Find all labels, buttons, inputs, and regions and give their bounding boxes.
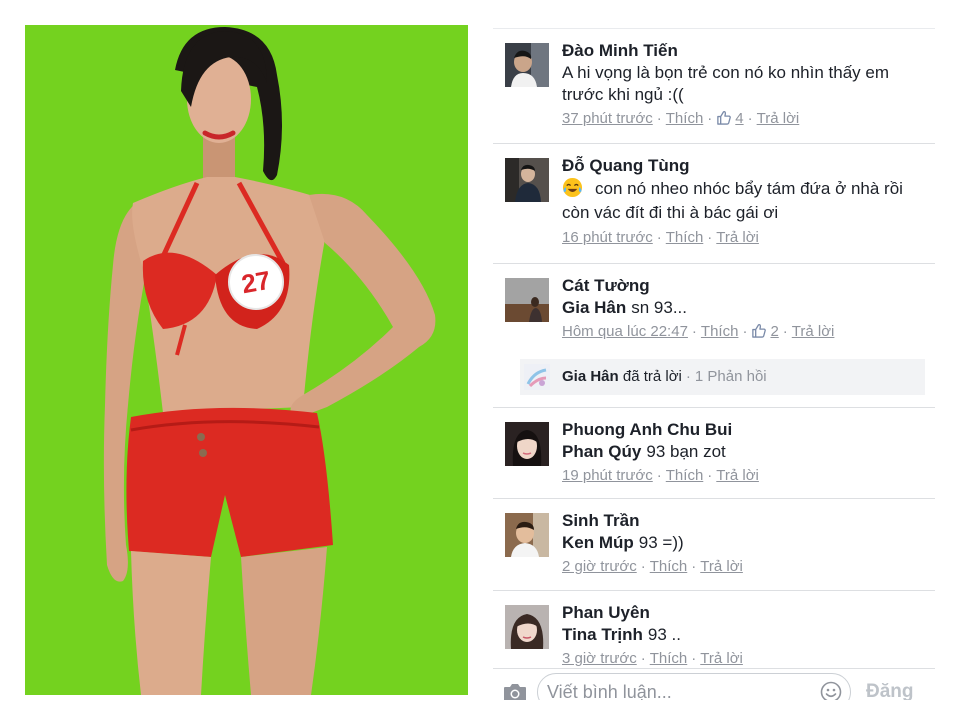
reply-link[interactable]: Trả lời — [700, 650, 743, 667]
comment-author[interactable]: Phan Uyên — [562, 602, 932, 624]
comment-text-block: Ken Múp 93 =)) — [562, 532, 932, 554]
contestant-number-badge: 27 — [228, 254, 284, 310]
comment-text: A hi vọng là bọn trẻ con nó ko nhìn thấy… — [562, 63, 889, 104]
like-link[interactable]: Thích — [666, 229, 704, 246]
avatar — [524, 364, 550, 390]
reply-link[interactable]: Trả lời — [792, 323, 835, 340]
separator: · — [707, 110, 713, 127]
comment-meta: 16 phút trước · Thích · Trả lời — [562, 227, 932, 249]
comment-meta: 19 phút trước · Thích · Trả lời — [562, 465, 932, 487]
like-link[interactable]: Thích — [666, 467, 704, 484]
comment-input[interactable] — [537, 673, 851, 700]
reply-link[interactable]: Trả lời — [716, 467, 759, 484]
like-link[interactable]: Thích — [701, 323, 739, 340]
comment-item: Đỗ Quang Tùng con nó nheo nhóc bẩy tám đ… — [493, 144, 935, 264]
separator: · — [707, 467, 713, 484]
contestant-figure: 27 — [103, 27, 436, 695]
reply-link[interactable]: Trả lời — [757, 110, 800, 127]
separator: · — [707, 229, 713, 246]
comment-timestamp[interactable]: 3 giờ trước — [562, 650, 637, 667]
comment-meta: 3 giờ trước · Thích · Trả lời — [562, 648, 932, 670]
separator: · — [640, 558, 646, 575]
post-button[interactable]: Đăng — [866, 680, 914, 700]
comment-item: Phuong Anh Chu Bui Phan Qúy 93 bạn zot 19… — [493, 408, 935, 499]
avatar[interactable] — [505, 158, 549, 202]
comment-text-block: Gia Hân sn 93... — [562, 297, 932, 319]
comment-text-block: Tina Trịnh 93 .. — [562, 624, 932, 646]
comment-text-block: con nó nheo nhóc bẩy tám đứa ở nhà rồi c… — [562, 177, 932, 225]
comment-timestamp[interactable]: 16 phút trước — [562, 229, 653, 246]
avatar[interactable] — [505, 422, 549, 466]
reply-link[interactable]: Trả lời — [700, 558, 743, 575]
reply-summary-text: Gia Hân đã trả lời · 1 Phản hồi — [562, 366, 767, 388]
tagged-user[interactable]: Ken Múp — [562, 533, 634, 552]
camera-icon[interactable] — [503, 682, 527, 700]
comment-text: sn 93... — [631, 298, 688, 317]
tagged-user[interactable]: Tina Trịnh — [562, 625, 643, 644]
comment-author[interactable]: Sinh Trần — [562, 510, 932, 532]
comment-text: con nó nheo nhóc bẩy tám đứa ở nhà rồi c… — [562, 179, 903, 222]
comment-timestamp[interactable]: Hôm qua lúc 22:47 — [562, 323, 688, 340]
comment-author[interactable]: Đào Minh Tiến — [562, 40, 932, 62]
comment-meta: Hôm qua lúc 22:47 · Thích · 2 · Trả lời — [562, 321, 932, 343]
comments-panel: Đào Minh Tiến A hi vọng là bọn trẻ con n… — [493, 28, 935, 700]
separator: · — [656, 467, 662, 484]
reply-author: Gia Hân — [562, 368, 619, 385]
comment-text: 93 =)) — [638, 533, 684, 552]
avatar[interactable] — [505, 278, 549, 322]
comment-author[interactable]: Đỗ Quang Tùng — [562, 155, 932, 177]
like-link[interactable]: Thích — [650, 558, 688, 575]
separator: · — [685, 368, 691, 385]
reply-count: 1 Phản hồi — [694, 368, 767, 385]
avatar[interactable] — [505, 605, 549, 649]
reply-link[interactable]: Trả lời — [716, 229, 759, 246]
separator: · — [640, 650, 646, 667]
comment-author[interactable]: Phuong Anh Chu Bui — [562, 419, 932, 441]
separator: · — [747, 110, 753, 127]
comment-item: Phan Uyên Tina Trịnh 93 .. 3 giờ trước · Th… — [493, 591, 935, 669]
tears-of-joy-icon — [562, 177, 583, 198]
comment-timestamp[interactable]: 2 giờ trước — [562, 558, 637, 575]
comment-meta: 37 phút trước · Thích · 4 · Trả lời — [562, 108, 932, 130]
comment-composer: Đăng — [493, 669, 935, 700]
reply-action: đã trả lời — [622, 368, 682, 385]
comment-meta: 2 giờ trước · Thích · Trả lời — [562, 556, 932, 578]
contestant-photo: 27 — [25, 25, 468, 695]
avatar[interactable] — [505, 513, 549, 557]
comment-timestamp[interactable]: 37 phút trước — [562, 110, 653, 127]
comment-item: Sinh Trần Ken Múp 93 =)) 2 giờ trước · Thíc… — [493, 499, 935, 591]
separator: · — [656, 110, 662, 127]
smiley-icon[interactable] — [820, 681, 842, 700]
tagged-user[interactable]: Phan Qúy — [562, 442, 641, 461]
like-count[interactable]: 2 — [770, 323, 778, 340]
comment-item: Cát Tường Gia Hân sn 93... Hôm qua lúc 22… — [493, 264, 935, 408]
thumbs-up-icon — [716, 110, 732, 125]
separator: · — [782, 323, 788, 340]
comment-author[interactable]: Cát Tường — [562, 275, 932, 297]
thumbs-up-icon — [751, 323, 767, 338]
like-count[interactable]: 4 — [735, 110, 743, 127]
separator: · — [691, 558, 697, 575]
comment-item: Đào Minh Tiến A hi vọng là bọn trẻ con n… — [493, 29, 935, 144]
badge-number: 27 — [239, 265, 273, 300]
like-link[interactable]: Thích — [650, 650, 688, 667]
separator: · — [656, 229, 662, 246]
like-link[interactable]: Thích — [666, 110, 704, 127]
avatar[interactable] — [505, 43, 549, 87]
comment-text: 93 bạn zot — [646, 442, 726, 461]
comment-text-block: Phan Qúy 93 bạn zot — [562, 441, 932, 463]
separator: · — [691, 323, 697, 340]
reply-summary[interactable]: Gia Hân đã trả lời · 1 Phản hồi — [520, 359, 925, 395]
separator: · — [691, 650, 697, 667]
separator: · — [742, 323, 748, 340]
tagged-user[interactable]: Gia Hân — [562, 298, 626, 317]
comment-timestamp[interactable]: 19 phút trước — [562, 467, 653, 484]
comment-text: 93 .. — [647, 625, 682, 644]
